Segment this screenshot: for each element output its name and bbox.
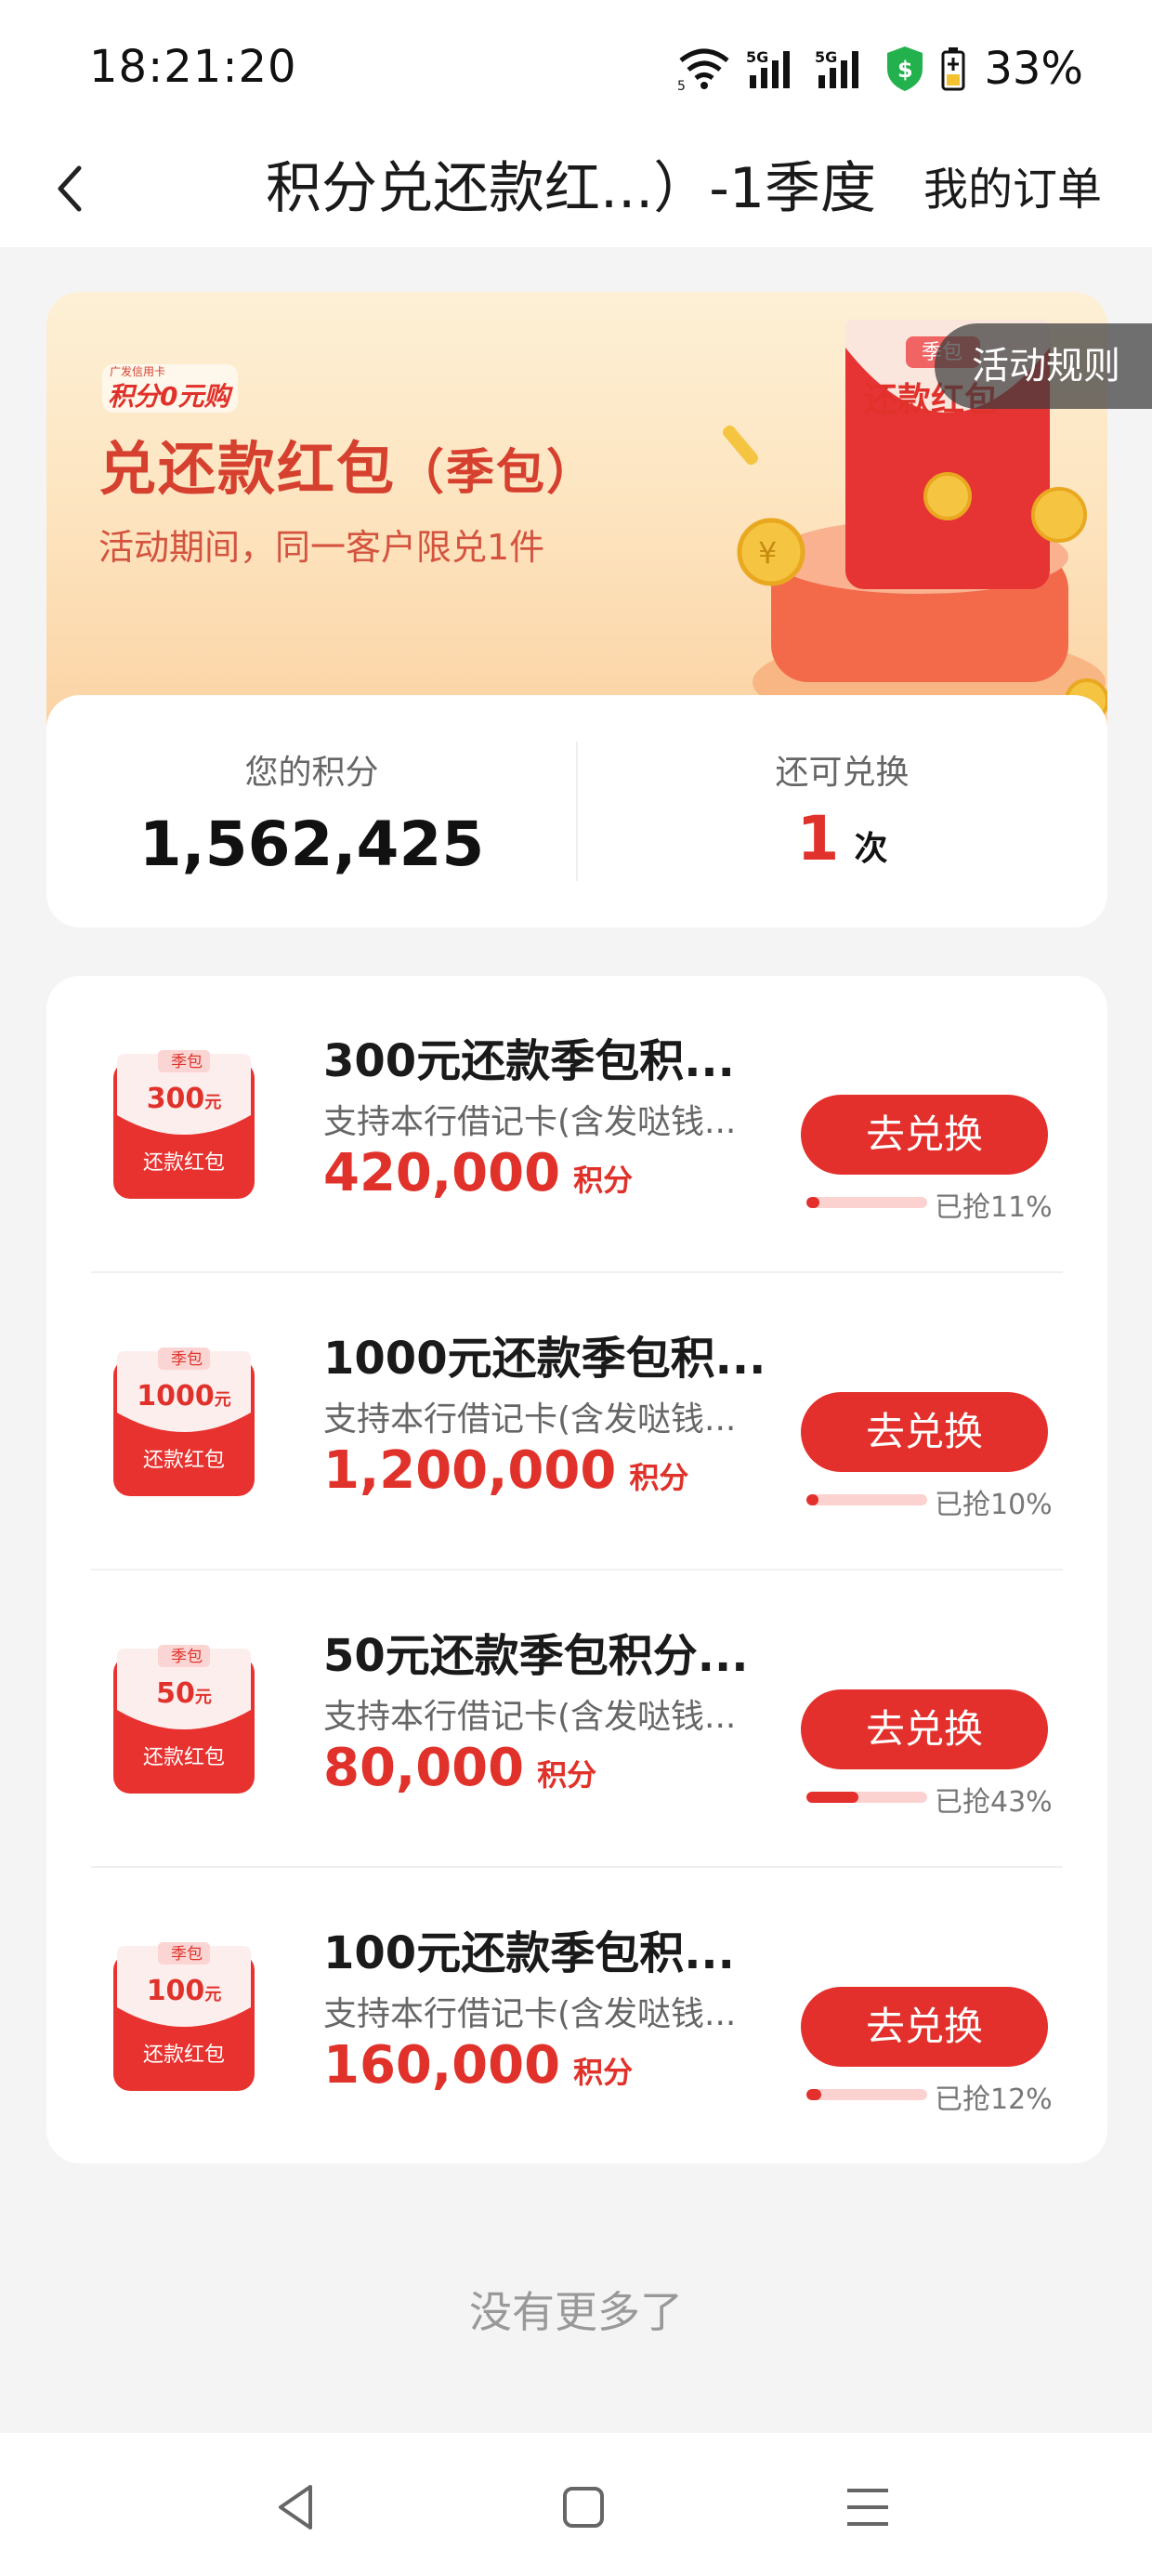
svg-text:季包: 季包: [171, 1945, 203, 1964]
nav-bar: 积分兑还款红...）-1季度 我的订单: [0, 130, 1152, 247]
status-bar: 18:21:20 5 5G 5G $ 33%: [0, 0, 1152, 130]
signal-5g-icon: 5G: [815, 48, 859, 88]
svg-text:季包: 季包: [171, 1053, 203, 1071]
shield-dollar-icon: $: [887, 46, 923, 91]
claimed-progress-bar: [806, 1494, 927, 1505]
svg-text:还款红包: 还款红包: [143, 1151, 225, 1175]
svg-text:5: 5: [677, 79, 686, 90]
item-price: 1,200,000 积分: [323, 1440, 689, 1501]
exchange-button[interactable]: 去兑换: [801, 1392, 1048, 1472]
list-item[interactable]: 季包 1000元 还款红包 1000元还款季包积... 支持本行借记卡(含发哒钱…: [46, 1273, 1107, 1571]
svg-text:¥: ¥: [758, 535, 777, 571]
remaining-exchanges-label: 还可兑换: [775, 754, 910, 792]
promo-logo: 广发信用卡 积分0元购: [102, 364, 238, 413]
exchange-button[interactable]: 去兑换: [801, 1987, 1048, 2067]
item-price: 420,000 积分: [323, 1143, 634, 1203]
signal-5g-icon: 5G: [746, 48, 791, 88]
activity-rules-button[interactable]: 活动规则: [935, 323, 1152, 409]
claimed-progress-text: 已抢10%: [935, 1489, 1053, 1521]
item-price: 80,000 积分: [323, 1738, 597, 1798]
claimed-progress-bar: [806, 1792, 927, 1803]
svg-text:季包: 季包: [171, 1648, 203, 1666]
claimed-progress-text: 已抢11%: [935, 1191, 1053, 1224]
status-icons: 5 5G 5G $ 33%: [677, 41, 1083, 97]
svg-text:$: $: [897, 57, 913, 83]
exchange-button[interactable]: 去兑换: [801, 1095, 1048, 1175]
svg-text:还款红包: 还款红包: [143, 1449, 225, 1472]
item-description: 支持本行借记卡(含发哒钱...: [323, 1698, 737, 1736]
remaining-exchanges-value: 1次: [796, 803, 888, 874]
points-balance: 您的积分 1,562,425: [46, 695, 577, 927]
points-balance-value: 1,562,425: [138, 808, 485, 880]
system-nav-bar: [0, 2433, 1152, 2576]
svg-text:5G: 5G: [746, 48, 768, 66]
item-description: 支持本行借记卡(含发哒钱...: [323, 1103, 737, 1141]
chevron-left-icon: [58, 165, 82, 212]
svg-text:广发信用卡: 广发信用卡: [110, 364, 165, 378]
battery-icon: [941, 47, 965, 91]
list-item[interactable]: 季包 100元 还款红包 100元还款季包积... 支持本行借记卡(含发哒钱..…: [46, 1868, 1107, 2165]
item-title: 1000元还款季包积...: [323, 1333, 766, 1385]
svg-text:还款红包: 还款红包: [143, 1746, 225, 1769]
points-summary-card: 您的积分 1,562,425 还可兑换 1次: [46, 695, 1107, 927]
points-balance-label: 您的积分: [244, 754, 379, 792]
exchange-button[interactable]: 去兑换: [801, 1689, 1048, 1769]
item-title: 300元还款季包积...: [323, 1035, 735, 1087]
back-button[interactable]: [37, 156, 102, 221]
product-list: 季包 300元 还款红包 300元还款季包积... 支持本行借记卡(含发哒钱..…: [46, 976, 1107, 2163]
item-description: 支持本行借记卡(含发哒钱...: [323, 1400, 737, 1439]
item-title: 100元还款季包积...: [323, 1927, 735, 1979]
red-envelope-icon: 季包 1000元 还款红包: [113, 1347, 255, 1496]
svg-text:季包: 季包: [171, 1350, 203, 1369]
svg-text:积分0元购: 积分0元购: [108, 381, 233, 412]
no-more-text: 没有更多了: [469, 2287, 683, 2337]
wifi-icon: 5: [677, 48, 729, 90]
list-item[interactable]: 季包 50元 还款红包 50元还款季包积分... 支持本行借记卡(含发哒钱...…: [46, 1571, 1107, 1868]
red-envelope-icon: 季包 300元 还款红包: [113, 1050, 255, 1199]
svg-text:还款红包: 还款红包: [143, 2044, 225, 2067]
item-price: 160,000 积分: [323, 2035, 634, 2096]
list-item[interactable]: 季包 300元 还款红包 300元还款季包积... 支持本行借记卡(含发哒钱..…: [46, 976, 1107, 1273]
status-time: 18:21:20: [89, 41, 297, 93]
item-description: 支持本行借记卡(含发哒钱...: [323, 1995, 737, 2033]
claimed-progress-bar: [806, 2089, 927, 2100]
red-envelope-icon: 季包 100元 还款红包: [113, 1942, 255, 2091]
banner-subtitle: 活动期间，同一客户限兑1件: [98, 527, 545, 568]
my-orders-link[interactable]: 我的订单: [923, 152, 1102, 227]
banner-title: 兑还款红包（季包）: [98, 435, 597, 503]
red-envelope-icon: 季包 50元 还款红包: [113, 1645, 255, 1794]
remaining-exchanges: 还可兑换 1次: [577, 695, 1107, 927]
back-triangle-icon[interactable]: [269, 2479, 325, 2535]
menu-icon[interactable]: [840, 2479, 896, 2535]
claimed-progress-bar: [806, 1197, 927, 1208]
claimed-progress-text: 已抢12%: [935, 2083, 1053, 2116]
claimed-progress-text: 已抢43%: [935, 1786, 1053, 1819]
home-square-icon[interactable]: [556, 2479, 611, 2535]
page-title: 积分兑还款红...）-1季度: [266, 156, 877, 221]
battery-percent: 33%: [984, 43, 1083, 95]
item-title: 50元还款季包积分...: [323, 1630, 749, 1682]
svg-text:5G: 5G: [815, 48, 837, 66]
